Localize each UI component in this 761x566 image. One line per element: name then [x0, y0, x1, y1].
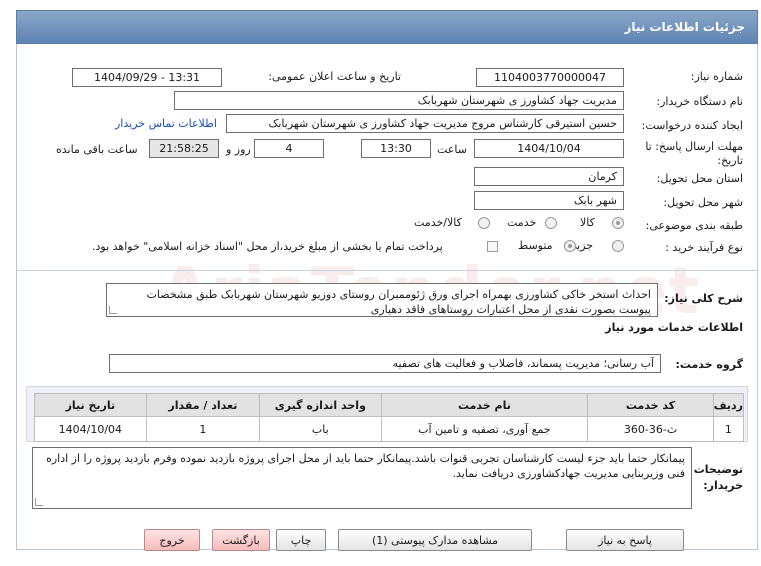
buyer-notes-textarea[interactable]: پیمانکار حتما باید جزء لیست کارشناسان تج…	[32, 447, 692, 509]
description-label: شرح کلی نیاز:	[664, 292, 743, 305]
exit-button[interactable]: خروج	[144, 529, 200, 551]
services-table: ردیف کد خدمت نام خدمت واحد اندازه گیری ت…	[34, 393, 745, 442]
remaining-time-field: 21:58:25	[149, 139, 219, 158]
deadline-label: مهلت ارسال پاسخ: تا تاریخ:	[645, 140, 743, 167]
divider	[17, 270, 757, 271]
creator-field[interactable]: حسین استیرقی کارشناس مروج مدیریت جهاد کش…	[226, 114, 624, 133]
service-group-field[interactable]: آب رسانی؛ مدیریت پسماند، فاضلاب و فعالیت…	[109, 354, 661, 373]
process-option-medium: متوسط	[518, 239, 553, 252]
province-field[interactable]: کرمان	[474, 167, 624, 186]
deadline-time-label: ساعت	[437, 143, 467, 156]
buyer-org-label: نام دستگاه خریدار:	[656, 95, 743, 108]
print-button[interactable]: چاپ	[276, 529, 326, 551]
deadline-date-field[interactable]: 1404/10/04	[474, 139, 624, 158]
city-label: شهر محل تحویل:	[663, 196, 743, 209]
remaining-time-label: ساعت باقی مانده	[56, 143, 138, 156]
col-unit: واحد اندازه گیری	[259, 393, 382, 417]
service-group-label: گروه خدمت:	[675, 358, 743, 371]
col-row: ردیف	[712, 393, 745, 417]
col-need-date: تاریخ نیاز	[34, 393, 147, 417]
treasury-payment-note: پرداخت تمام یا بخشی از مبلغ خرید،از محل …	[92, 240, 443, 253]
city-field[interactable]: شهر بابک	[474, 191, 624, 210]
description-text: احداث استخر خاکی کشاورزی بهمراه اجرای ور…	[146, 288, 651, 316]
panel-title: جزئیات اطلاعات نیاز	[16, 10, 758, 44]
buyer-notes-text: پیمانکار حتما باید جزء لیست کارشناسان تج…	[46, 452, 685, 480]
cell-unit: باب	[259, 416, 382, 442]
cell-row: 1	[712, 416, 745, 442]
cell-service-name: جمع آوری، تصفیه و تامین آب	[380, 416, 589, 442]
category-label: طبقه بندی موضوعی:	[645, 219, 743, 232]
creator-label: ایجاد کننده درخواست:	[641, 119, 743, 132]
cell-need-date: 1404/10/04	[34, 416, 147, 442]
contact-buyer-link[interactable]: اطلاعات تماس خریدار	[115, 117, 217, 130]
resize-handle[interactable]	[35, 498, 43, 506]
process-radio-minor[interactable]	[612, 240, 624, 252]
back-button[interactable]: بازگشت	[212, 529, 270, 551]
view-attachments-button[interactable]: مشاهده مدارک پیوستی (1)	[338, 529, 532, 551]
services-section-title: اطلاعات خدمات مورد نیاز	[605, 321, 743, 334]
col-service-name: نام خدمت	[380, 393, 589, 417]
days-label: روز و	[226, 143, 251, 156]
need-number-field[interactable]: 1104003770000047	[476, 68, 624, 87]
category-radio-service[interactable]	[545, 217, 557, 229]
resize-handle[interactable]	[109, 306, 117, 314]
table-row[interactable]: 1 ث-36-360 جمع آوری، تصفیه و تامین آب با…	[34, 416, 745, 442]
table-header-row: ردیف کد خدمت نام خدمت واحد اندازه گیری ت…	[34, 393, 745, 417]
need-number-label: شماره نیاز:	[690, 70, 743, 83]
cell-service-code: ث-36-360	[587, 416, 714, 442]
category-option-goods: کالا	[580, 216, 595, 229]
deadline-time-field[interactable]: 13:30	[361, 139, 431, 158]
category-option-goods-service: کالا/خدمت	[414, 216, 462, 229]
reply-button[interactable]: پاسخ به نیاز	[566, 529, 684, 551]
announce-date-label: تاریخ و ساعت اعلان عمومی:	[268, 70, 401, 83]
category-option-service: خدمت	[507, 216, 537, 229]
days-field[interactable]: 4	[254, 139, 324, 158]
process-type-label: نوع فرآیند خرید :	[665, 241, 743, 254]
description-textarea[interactable]: احداث استخر خاکی کشاورزی بهمراه اجرای ور…	[106, 283, 658, 317]
col-service-code: کد خدمت	[587, 393, 714, 417]
cell-quantity: 1	[145, 416, 261, 442]
treasury-payment-checkbox[interactable]	[487, 241, 498, 252]
announce-date-field[interactable]: 1404/09/29 - 13:31	[72, 68, 222, 87]
province-label: استان محل تحویل:	[656, 172, 743, 185]
buyer-org-field[interactable]: مدیریت جهاد کشاورز ی شهرستان شهربابک	[174, 91, 624, 110]
category-radio-goods[interactable]	[612, 217, 624, 229]
col-quantity: تعداد / مقدار	[145, 393, 261, 417]
category-radio-goods-service[interactable]	[478, 217, 490, 229]
process-radio-medium[interactable]	[564, 240, 576, 252]
